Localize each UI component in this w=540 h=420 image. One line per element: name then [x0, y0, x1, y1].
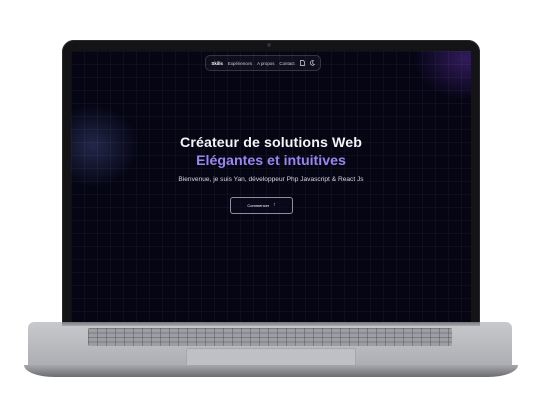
hero-subtitle: Bienvenue, je suis Yan, développeur Php …: [178, 176, 364, 183]
site-navbar: Skills Expériences A propos Contact: [205, 55, 321, 71]
arrow-up-icon: ↑: [273, 202, 276, 208]
nav-link-contact[interactable]: Contact: [279, 61, 294, 66]
keyboard: [88, 328, 452, 346]
hero-title-line-1: Créateur de solutions Web: [180, 135, 362, 151]
laptop-screen: Skills Expériences A propos Contact Créa…: [71, 51, 471, 325]
nav-link-about[interactable]: A propos: [257, 61, 274, 66]
cta-button-label: Commencer: [247, 203, 270, 208]
moon-icon[interactable]: [309, 60, 315, 66]
background-grid: [71, 51, 471, 325]
hero-title-line-2: Elégantes et intuitives: [196, 153, 346, 169]
laptop-hinge: [62, 322, 480, 326]
nav-link-skills[interactable]: Skills: [211, 61, 222, 66]
laptop-base-edge: [24, 365, 518, 377]
file-icon[interactable]: [299, 60, 305, 66]
nav-link-experiences[interactable]: Expériences: [228, 61, 252, 66]
webcam: [267, 43, 271, 47]
laptop-mockup: Skills Expériences A propos Contact Créa…: [0, 0, 540, 420]
cta-button[interactable]: Commencer ↑: [230, 197, 293, 214]
